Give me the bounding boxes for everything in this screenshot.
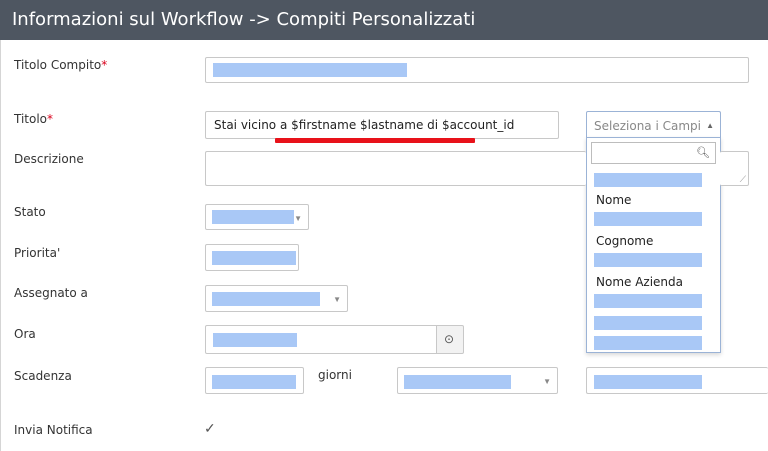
page-header: Informazioni sul Workflow -> Compiti Per… [0,0,768,40]
titolo-compito-input[interactable] [205,57,749,83]
descrizione-label: Descrizione [14,152,84,166]
dropdown-option-redacted[interactable] [594,294,702,308]
highlight-underline [275,138,475,143]
redacted-value [212,375,296,389]
redacted-value [594,375,702,389]
redacted-value [212,251,296,265]
search-icon: 🔍︎ [696,147,710,159]
page-title: Informazioni sul Workflow -> Compiti Per… [12,9,476,30]
chevron-down-icon: ▼ [543,377,551,386]
descrizione-textarea-resize[interactable]: ⟋ [720,151,749,186]
dropdown-option-nome[interactable]: Nome [596,193,631,207]
redacted-value [212,292,320,306]
dropdown-option-redacted[interactable] [594,336,702,350]
stato-select[interactable]: ▼ [205,204,309,230]
invia-notifica-label: Invia Notifica [14,423,93,437]
check-icon: ✓ [204,420,216,436]
dropdown-option-redacted[interactable] [594,253,702,267]
redacted-value [213,63,407,77]
clock-icon: ⊙ [444,332,455,346]
chevron-down-icon: ▼ [294,214,302,223]
field-picker-select[interactable]: Seleziona i Campi ▲ [586,111,721,139]
dropdown-option-cognome[interactable]: Cognome [596,234,653,248]
dropdown-option-redacted[interactable] [594,316,702,330]
chevron-up-icon: ▲ [706,121,714,130]
dropdown-option-redacted[interactable] [594,212,702,226]
titolo-value: Stai vicino a $firstname $lastname di $a… [214,118,515,132]
giorni-label: giorni [318,368,352,382]
ora-input[interactable] [205,325,437,354]
assegnato-select[interactable]: ▼ [205,285,348,312]
dropdown-option-redacted[interactable] [594,173,702,187]
time-picker-button[interactable]: ⊙ [436,325,464,354]
invia-notifica-checkbox[interactable]: ✓ [204,420,216,437]
scadenza-field-select[interactable] [586,367,768,394]
stato-label: Stato [14,205,46,219]
assegnato-label: Assegnato a [14,286,88,300]
redacted-value [213,333,297,347]
field-picker-search-input[interactable]: 🔍︎ [591,142,716,164]
titolo-label: Titolo* [14,112,54,126]
priorita-label: Priorita' [14,246,61,260]
chevron-down-icon: ▼ [333,295,341,304]
field-picker-placeholder: Seleziona i Campi [594,119,701,133]
dropdown-option-nome-azienda[interactable]: Nome Azienda [596,275,683,289]
scadenza-days-input[interactable] [205,367,304,394]
redacted-value [212,210,294,224]
ora-label: Ora [14,327,36,341]
scadenza-direction-select[interactable]: ▼ [397,367,558,394]
titolo-input[interactable]: Stai vicino a $firstname $lastname di $a… [205,111,559,139]
redacted-value [404,375,511,389]
scadenza-label: Scadenza [14,369,72,383]
titolo-compito-label: Titolo Compito* [14,58,108,72]
priorita-input[interactable] [205,244,299,271]
field-picker-dropdown: 🔍︎ Nome Cognome Nome Azienda [586,137,721,353]
descrizione-textarea[interactable] [205,151,586,186]
